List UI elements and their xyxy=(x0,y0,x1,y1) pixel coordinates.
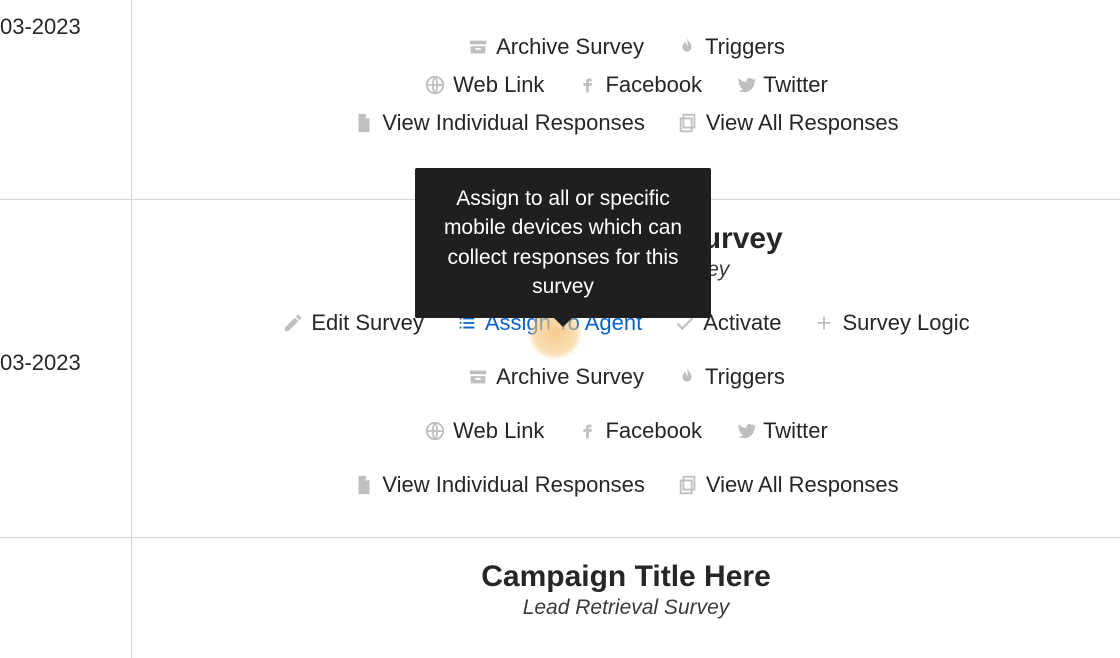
weblink-button[interactable]: Web Link xyxy=(424,418,544,444)
title-block: Campaign Title Here Lead Retrieval Surve… xyxy=(152,560,1100,620)
archive-label: Archive Survey xyxy=(496,364,644,390)
twitter-icon xyxy=(734,74,756,96)
survey-title: Campaign Title Here xyxy=(152,560,1100,594)
date-cell: 03-2023 xyxy=(0,200,132,537)
action-row-4: View Individual Responses View All Respo… xyxy=(152,466,1100,504)
triggers-label: Triggers xyxy=(705,34,785,60)
survey-content: Campaign Title Here Lead Retrieval Surve… xyxy=(132,538,1120,658)
twitter-label: Twitter xyxy=(763,72,828,98)
survey-subtitle: Lead Retrieval Survey xyxy=(152,596,1100,620)
flame-icon xyxy=(676,366,698,388)
facebook-icon xyxy=(576,420,598,442)
flame-icon xyxy=(676,36,698,58)
weblink-label: Web Link xyxy=(453,72,544,98)
view-individual-button[interactable]: View Individual Responses xyxy=(353,472,645,498)
action-row-2: Archive Survey Triggers xyxy=(152,28,1100,66)
facebook-button[interactable]: Facebook xyxy=(576,418,702,444)
view-all-button[interactable]: View All Responses xyxy=(677,110,899,136)
edit-label: Edit Survey xyxy=(311,310,424,336)
action-row-4: View Individual Responses View All Respo… xyxy=(152,104,1100,142)
activate-label: Activate xyxy=(703,310,781,336)
date-text: 03-2023 xyxy=(0,14,81,39)
facebook-label: Facebook xyxy=(605,72,702,98)
view-all-button[interactable]: View All Responses xyxy=(677,472,899,498)
view-individual-button[interactable]: View Individual Responses xyxy=(353,110,645,136)
copy-icon xyxy=(677,112,699,134)
twitter-label: Twitter xyxy=(763,418,828,444)
action-row-2: Archive Survey Triggers xyxy=(152,358,1100,396)
archive-icon xyxy=(467,366,489,388)
weblink-button[interactable]: Web Link xyxy=(424,72,544,98)
date-cell: 03-2023 xyxy=(0,0,132,199)
date-text: 03-2023 xyxy=(0,350,81,375)
facebook-button[interactable]: Facebook xyxy=(576,72,702,98)
view-all-label: View All Responses xyxy=(706,472,899,498)
twitter-icon xyxy=(734,420,756,442)
archive-label: Archive Survey xyxy=(496,34,644,60)
archive-survey-button[interactable]: Archive Survey xyxy=(467,364,644,390)
globe-icon xyxy=(424,420,446,442)
survey-row: Campaign Title Here Lead Retrieval Surve… xyxy=(0,538,1120,658)
facebook-label: Facebook xyxy=(605,418,702,444)
edit-icon xyxy=(282,312,304,334)
view-all-label: View All Responses xyxy=(706,110,899,136)
archive-icon xyxy=(467,36,489,58)
twitter-button[interactable]: Twitter xyxy=(734,418,828,444)
weblink-label: Web Link xyxy=(453,418,544,444)
copy-icon xyxy=(677,474,699,496)
survey-logic-button[interactable]: Survey Logic xyxy=(813,310,969,336)
twitter-button[interactable]: Twitter xyxy=(734,72,828,98)
plus-icon xyxy=(813,312,835,334)
assign-tooltip: Assign to all or specific mobile devices… xyxy=(415,168,711,318)
view-individual-label: View Individual Responses xyxy=(382,110,645,136)
triggers-button[interactable]: Triggers xyxy=(676,34,785,60)
globe-icon xyxy=(424,74,446,96)
file-icon xyxy=(353,112,375,134)
logic-label: Survey Logic xyxy=(842,310,969,336)
tooltip-text: Assign to all or specific mobile devices… xyxy=(444,187,682,298)
edit-survey-button[interactable]: Edit Survey xyxy=(282,310,424,336)
action-row-3: Web Link Facebook Twitter xyxy=(152,412,1100,450)
view-individual-label: View Individual Responses xyxy=(382,472,645,498)
date-cell xyxy=(0,538,132,658)
triggers-label: Triggers xyxy=(705,364,785,390)
action-row-3: Web Link Facebook Twitter xyxy=(152,66,1100,104)
triggers-button[interactable]: Triggers xyxy=(676,364,785,390)
facebook-icon xyxy=(576,74,598,96)
file-icon xyxy=(353,474,375,496)
archive-survey-button[interactable]: Archive Survey xyxy=(467,34,644,60)
